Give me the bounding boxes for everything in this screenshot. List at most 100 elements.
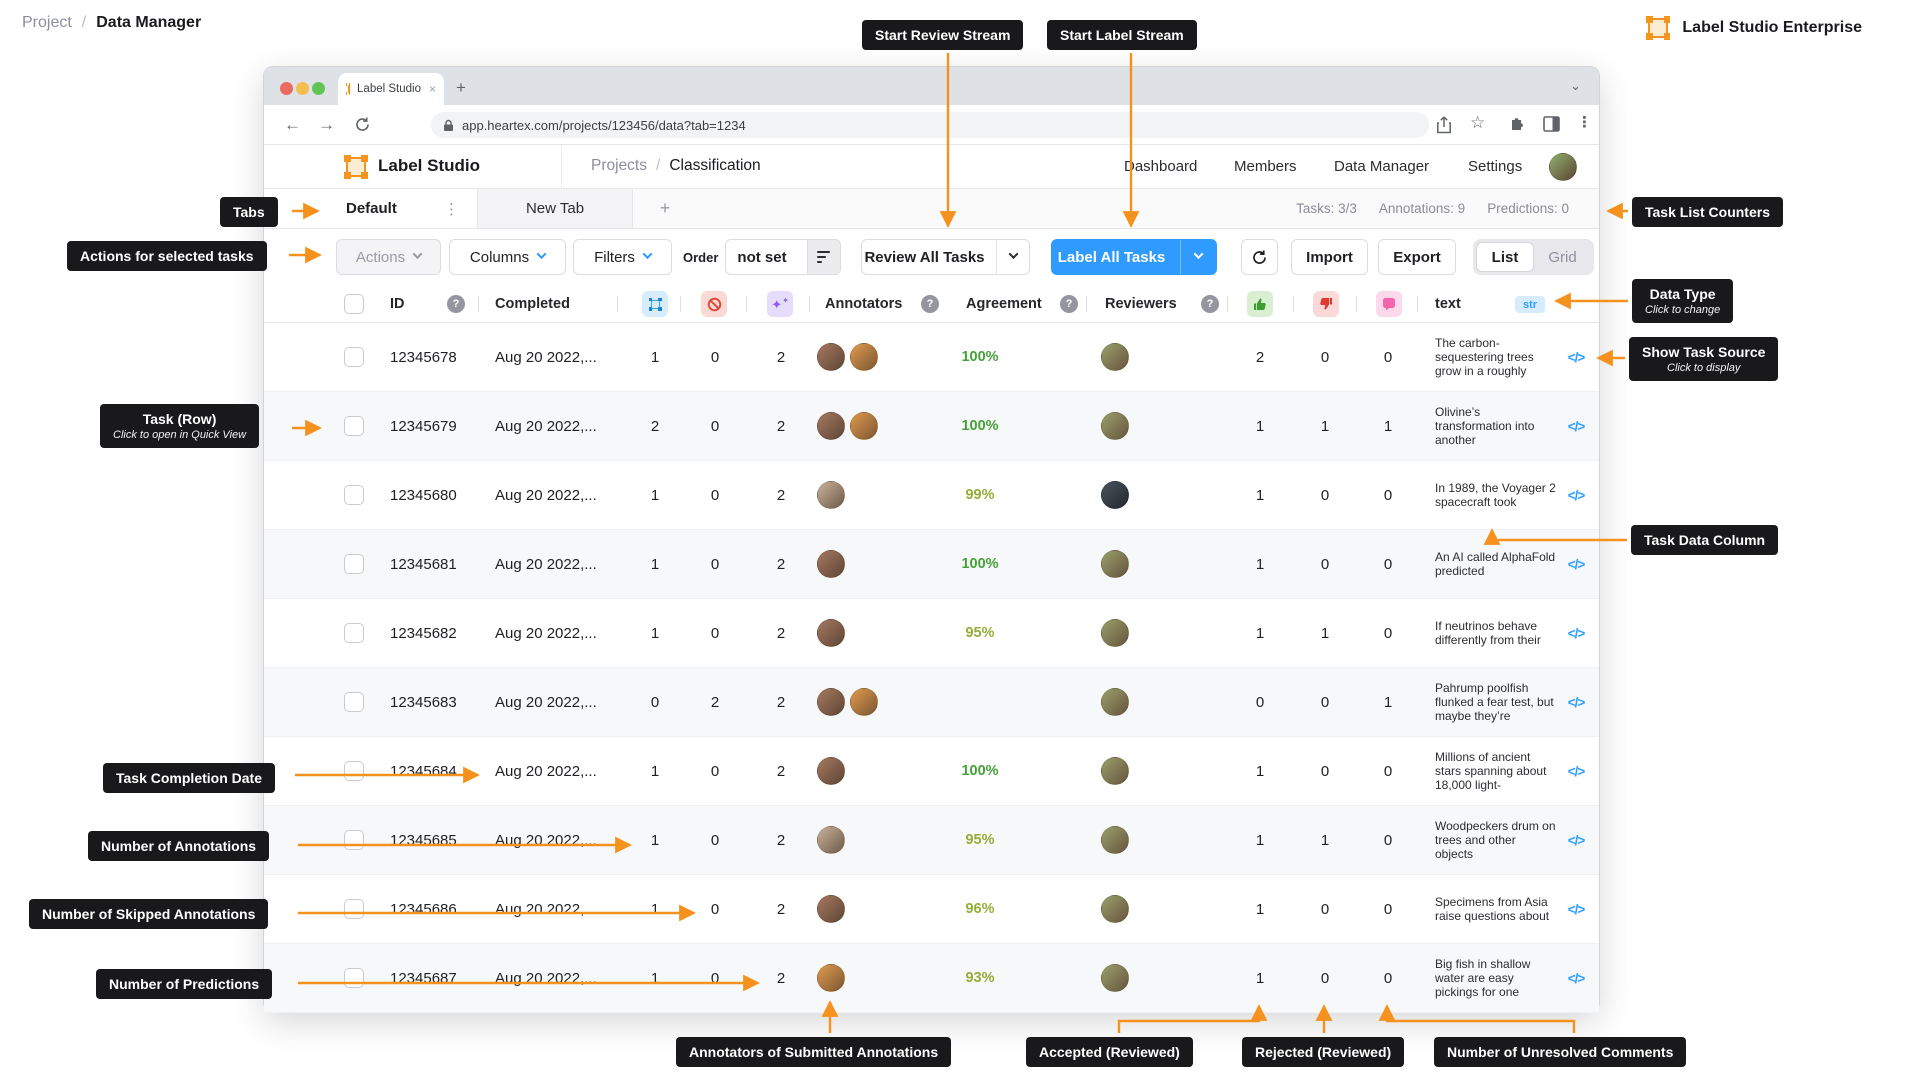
rejected-column-icon[interactable] — [1313, 291, 1339, 317]
reload-icon[interactable] — [354, 116, 371, 133]
tab-close-icon[interactable]: × — [429, 82, 436, 96]
show-source-icon[interactable]: </> — [1559, 323, 1593, 391]
label-all-tasks-button[interactable]: Label All Tasks — [1051, 239, 1217, 275]
review-dropdown[interactable] — [996, 240, 1029, 274]
column-header-id[interactable]: ID — [390, 285, 405, 322]
table-row[interactable]: 12345683 Aug 20 2022,... 0 2 2 0 0 1 Pah… — [264, 668, 1599, 737]
table-row[interactable]: 12345685 Aug 20 2022,... 1 0 2 95% 1 1 0… — [264, 806, 1599, 875]
avatar[interactable] — [850, 688, 878, 716]
new-tab-icon[interactable]: + — [456, 78, 466, 98]
row-checkbox[interactable] — [344, 554, 364, 574]
table-row[interactable]: 12345684 Aug 20 2022,... 1 0 2 100% 1 0 … — [264, 737, 1599, 806]
avatar[interactable] — [850, 343, 878, 371]
avatar[interactable] — [817, 550, 845, 578]
row-checkbox[interactable] — [344, 968, 364, 988]
tab-default[interactable]: Default ⋮ — [264, 189, 478, 228]
projects-link[interactable]: Projects — [591, 157, 647, 175]
avatar[interactable] — [817, 412, 845, 440]
show-source-icon[interactable]: </> — [1559, 668, 1593, 736]
avatar[interactable] — [1101, 757, 1129, 785]
window-chevron-down-icon[interactable]: ⌄ — [1570, 78, 1581, 94]
nav-dashboard[interactable]: Dashboard — [1124, 158, 1197, 175]
extensions-puzzle-icon[interactable] — [1509, 116, 1526, 133]
table-row[interactable]: 12345682 Aug 20 2022,... 1 0 2 95% 1 1 0… — [264, 599, 1599, 668]
column-header-annotators[interactable]: Annotators — [825, 285, 902, 322]
annotations-count-column-icon[interactable] — [642, 291, 668, 317]
avatar[interactable] — [1101, 688, 1129, 716]
row-checkbox[interactable] — [344, 485, 364, 505]
actions-button[interactable]: Actions — [336, 239, 441, 275]
app-logo-text[interactable]: Label Studio — [378, 156, 480, 176]
column-header-reviewers[interactable]: Reviewers — [1105, 285, 1177, 322]
nav-members[interactable]: Members — [1234, 158, 1297, 175]
predictions-column-icon[interactable]: ✦✦ — [767, 291, 793, 317]
show-source-icon[interactable]: </> — [1559, 806, 1593, 874]
avatar[interactable] — [817, 481, 845, 509]
avatar[interactable] — [817, 343, 845, 371]
show-source-icon[interactable]: </> — [1559, 737, 1593, 805]
column-header-agreement[interactable]: Agreement — [966, 285, 1042, 322]
column-header-completed[interactable]: Completed — [495, 285, 570, 322]
column-header-text[interactable]: text — [1435, 285, 1461, 322]
grid-view-toggle[interactable]: Grid — [1534, 249, 1591, 266]
data-type-badge[interactable]: str — [1515, 296, 1545, 313]
share-icon[interactable] — [1436, 116, 1452, 134]
add-tab-button[interactable]: + — [633, 189, 697, 228]
skipped-annotations-column-icon[interactable] — [701, 291, 727, 317]
avatar[interactable] — [817, 688, 845, 716]
avatar[interactable] — [1101, 343, 1129, 371]
avatar[interactable] — [817, 964, 845, 992]
comments-column-icon[interactable] — [1376, 291, 1402, 317]
avatar[interactable] — [1101, 412, 1129, 440]
forward-icon[interactable]: → — [318, 116, 335, 133]
show-source-icon[interactable]: </> — [1559, 392, 1593, 460]
label-dropdown[interactable] — [1180, 240, 1216, 274]
order-button[interactable]: not set — [725, 239, 841, 275]
browser-tab[interactable]: Label Studio × — [338, 73, 444, 105]
tab-menu-dots-icon[interactable]: ⋮ — [444, 200, 459, 218]
row-checkbox[interactable] — [344, 899, 364, 919]
review-all-tasks-button[interactable]: Review All Tasks — [861, 239, 1030, 275]
row-checkbox[interactable] — [344, 416, 364, 436]
app-logo-icon[interactable] — [344, 155, 368, 179]
select-all-checkbox[interactable] — [344, 294, 364, 314]
browser-menu-dots-icon[interactable]: ⋮ — [1577, 113, 1592, 131]
traffic-light-minimize[interactable] — [296, 82, 309, 95]
back-icon[interactable]: ← — [284, 116, 301, 133]
avatar[interactable] — [1101, 550, 1129, 578]
url-bar[interactable]: app.heartex.com/projects/123456/data?tab… — [431, 112, 1429, 138]
avatar[interactable] — [817, 757, 845, 785]
accepted-column-icon[interactable] — [1247, 291, 1273, 317]
tab-new-tab[interactable]: New Tab — [478, 189, 633, 228]
row-checkbox[interactable] — [344, 347, 364, 367]
show-source-icon[interactable]: </> — [1559, 944, 1593, 1012]
help-icon[interactable]: ? — [921, 295, 939, 313]
list-view-toggle[interactable]: List — [1476, 242, 1534, 272]
columns-button[interactable]: Columns — [449, 239, 566, 275]
avatar[interactable] — [1101, 481, 1129, 509]
nav-data-manager[interactable]: Data Manager — [1334, 158, 1429, 175]
row-checkbox[interactable] — [344, 761, 364, 781]
table-row[interactable]: 12345679 Aug 20 2022,... 2 0 2 100% 1 1 … — [264, 392, 1599, 461]
show-source-icon[interactable]: </> — [1559, 461, 1593, 529]
avatar[interactable] — [1101, 964, 1129, 992]
help-icon[interactable]: ? — [1201, 295, 1219, 313]
help-icon[interactable]: ? — [1060, 295, 1078, 313]
export-button[interactable]: Export — [1378, 239, 1456, 275]
avatar[interactable] — [1101, 895, 1129, 923]
avatar[interactable] — [817, 619, 845, 647]
help-icon[interactable]: ? — [447, 295, 465, 313]
table-row[interactable]: 12345686 Aug 20 2022,... 1 0 2 96% 1 0 0… — [264, 875, 1599, 944]
row-checkbox[interactable] — [344, 830, 364, 850]
show-source-icon[interactable]: </> — [1559, 875, 1593, 943]
row-checkbox[interactable] — [344, 692, 364, 712]
table-row[interactable]: 12345678 Aug 20 2022,... 1 0 2 100% 2 0 … — [264, 323, 1599, 392]
avatar[interactable] — [1101, 826, 1129, 854]
import-button[interactable]: Import — [1291, 239, 1368, 275]
avatar[interactable] — [1101, 619, 1129, 647]
traffic-light-close[interactable] — [280, 82, 293, 95]
row-checkbox[interactable] — [344, 623, 364, 643]
table-row[interactable]: 12345681 Aug 20 2022,... 1 0 2 100% 1 0 … — [264, 530, 1599, 599]
refresh-button[interactable] — [1241, 239, 1278, 275]
user-avatar[interactable] — [1549, 153, 1577, 181]
